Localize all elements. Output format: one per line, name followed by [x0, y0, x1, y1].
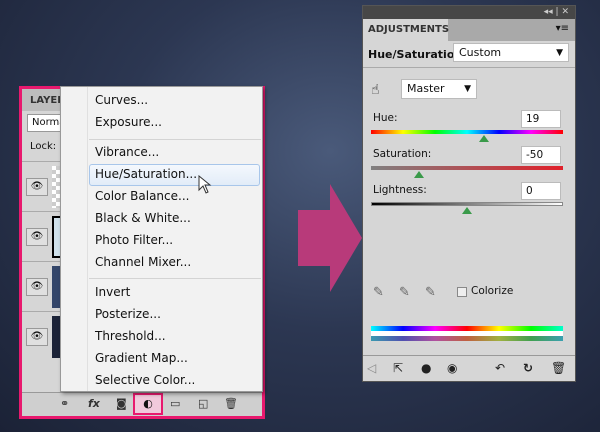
adjustment-menu: Curves... Exposure... Vibrance... Hue/Sa… — [60, 86, 263, 392]
eyedropper-minus-icon[interactable]: ✎ — [425, 285, 436, 300]
saturation-slider-track[interactable] — [371, 166, 563, 170]
panel-menu-icon[interactable]: ▾≡ — [556, 23, 569, 34]
arrow-icon — [298, 184, 362, 292]
cursor-icon — [198, 175, 212, 194]
chevron-down-icon: ▼ — [464, 84, 471, 94]
saturation-label: Saturation: — [373, 148, 432, 160]
menu-item-exposure[interactable]: Exposure... — [95, 115, 162, 129]
eye-icon[interactable]: 👁 — [26, 178, 48, 196]
hue-slider-thumb[interactable] — [479, 135, 489, 142]
eyedropper-plus-icon[interactable]: ✎ — [399, 285, 410, 300]
hue-slider-track[interactable] — [371, 130, 563, 134]
menu-item-vibrance[interactable]: Vibrance... — [95, 145, 159, 159]
hue-label: Hue: — [373, 112, 398, 124]
colorize-label: Colorize — [471, 285, 514, 297]
layers-toolbar: ⚭ fx ◙ ◐ ▭ ◱ 🗑 — [22, 392, 262, 416]
menu-separator — [89, 278, 261, 279]
eyedropper-icon[interactable]: ✎ — [373, 285, 384, 300]
menu-item-selective-color[interactable]: Selective Color... — [95, 373, 195, 387]
lightness-input[interactable]: 0 — [521, 182, 561, 200]
trash-icon[interactable]: 🗑 — [551, 361, 566, 375]
visibility-eye-icon[interactable]: ◉ — [447, 361, 457, 375]
menu-item-posterize[interactable]: Posterize... — [95, 307, 161, 321]
menu-item-curves[interactable]: Curves... — [95, 93, 148, 107]
eye-icon[interactable]: 👁 — [26, 228, 48, 246]
targeted-adjustment-hand-icon[interactable]: ☝ — [371, 82, 380, 98]
menu-item-photo-filter[interactable]: Photo Filter... — [95, 233, 173, 247]
saturation-slider-thumb[interactable] — [414, 171, 424, 178]
trash-icon[interactable]: 🗑 — [224, 397, 238, 410]
channel-select[interactable]: Master ▼ — [401, 79, 477, 99]
tab-adjustments[interactable]: ADJUSTMENTS — [363, 19, 449, 41]
view-previous-state-icon[interactable]: ↶ — [495, 361, 505, 375]
expand-view-icon[interactable]: ⇱ — [393, 361, 403, 375]
lightness-label: Lightness: — [373, 184, 427, 196]
new-layer-icon[interactable]: ◱ — [198, 397, 208, 410]
saturation-input[interactable]: -50 — [521, 146, 561, 164]
eye-icon[interactable]: 👁 — [26, 278, 48, 296]
menu-item-channel-mixer[interactable]: Channel Mixer... — [95, 255, 191, 269]
colorize-checkbox[interactable] — [457, 287, 467, 297]
preset-value: Custom — [459, 46, 502, 59]
menu-separator — [89, 139, 261, 140]
preset-select[interactable]: Custom ▼ — [453, 43, 569, 62]
result-spectrum-bar — [371, 336, 563, 341]
channel-value: Master — [407, 82, 445, 95]
divider — [363, 67, 575, 68]
lightness-slider-thumb[interactable] — [462, 207, 472, 214]
reset-icon[interactable]: ↻ — [523, 361, 533, 375]
lock-label: Lock: — [30, 141, 57, 152]
divider — [363, 355, 575, 356]
fx-icon[interactable]: fx — [88, 397, 100, 410]
menu-gutter — [61, 87, 88, 391]
panel-controls[interactable]: ◂◂ | ✕ — [363, 6, 575, 19]
clip-to-layer-icon[interactable]: ● — [421, 361, 431, 375]
menu-item-gradient-map[interactable]: Gradient Map... — [95, 351, 188, 365]
lightness-slider-track[interactable] — [371, 202, 563, 206]
adjustment-layer-icon[interactable]: ◐ — [133, 393, 163, 415]
menu-item-invert[interactable]: Invert — [95, 285, 130, 299]
chevron-down-icon: ▼ — [556, 48, 563, 58]
hue-input[interactable]: 19 — [521, 110, 561, 128]
mask-icon[interactable]: ◙ — [116, 397, 127, 410]
adjustment-title: Hue/Saturation — [368, 48, 463, 61]
group-icon[interactable]: ▭ — [170, 397, 180, 410]
eye-icon[interactable]: 👁 — [26, 328, 48, 346]
adjustments-panel: ◂◂ | ✕ ADJUSTMENTS ▾≡ Hue/Saturation Cus… — [362, 5, 576, 382]
menu-item-hue-saturation[interactable]: Hue/Saturation... — [95, 167, 197, 181]
menu-item-color-balance[interactable]: Color Balance... — [95, 189, 189, 203]
back-arrow-icon[interactable]: ◁ — [367, 361, 376, 375]
link-icon[interactable]: ⚭ — [60, 397, 69, 410]
menu-item-black-white[interactable]: Black & White... — [95, 211, 191, 225]
menu-item-threshold[interactable]: Threshold... — [95, 329, 166, 343]
